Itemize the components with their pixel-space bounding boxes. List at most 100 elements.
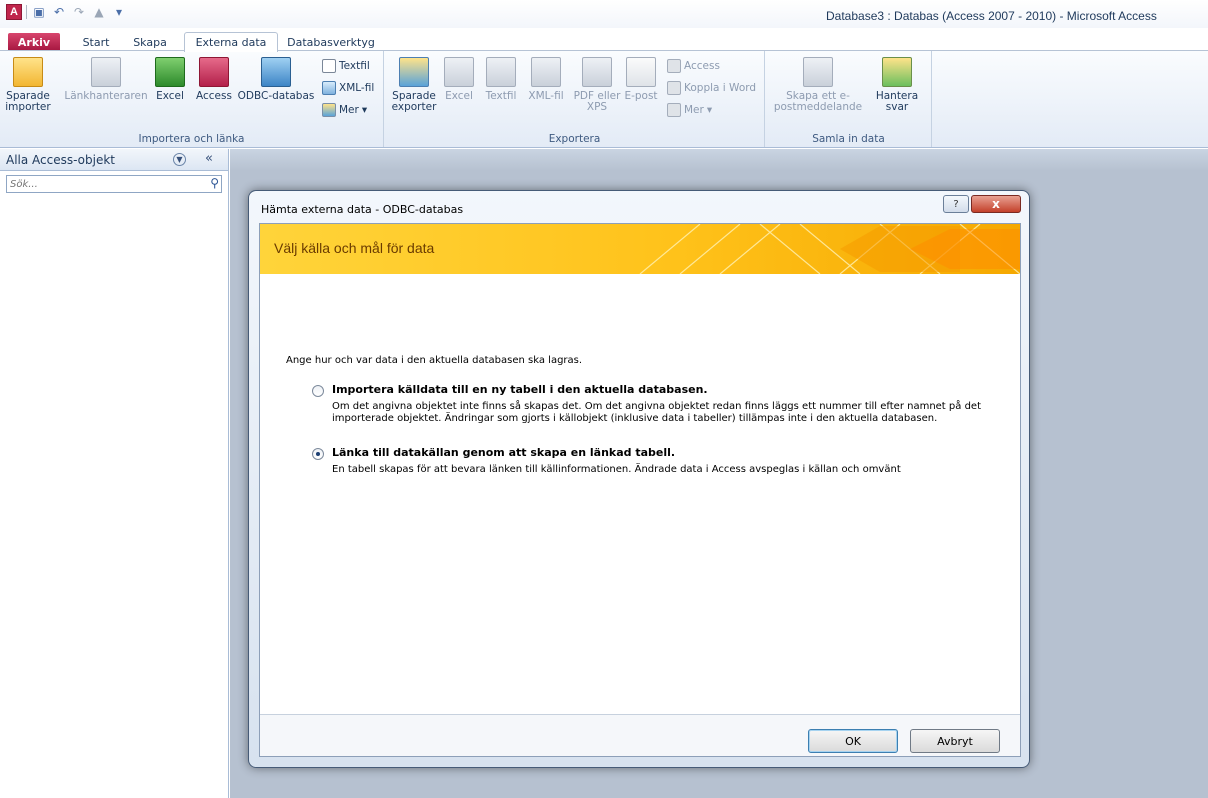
workspace-strip — [230, 149, 1208, 171]
ribbon: Sparade importer Länkhanteraren Excel Ac… — [0, 50, 1208, 148]
export-xml-icon — [531, 57, 561, 87]
import-more-label: Mer — [339, 104, 359, 116]
tab-skapa[interactable]: Skapa — [128, 34, 172, 51]
save-icon[interactable]: ▣ — [31, 4, 47, 20]
import-group-label: Importera och länka — [138, 133, 245, 145]
tab-databasverktyg[interactable]: Databasverktyg — [287, 34, 375, 51]
export-access-button[interactable]: Access — [667, 59, 720, 73]
export-pdf-button[interactable]: PDF eller XPS — [571, 57, 623, 113]
close-button[interactable]: x — [971, 195, 1021, 213]
saved-imports-button[interactable]: Sparade importer — [4, 57, 52, 113]
saved-exports-icon — [399, 57, 429, 87]
import-xml-button[interactable]: XML-fil — [322, 81, 374, 95]
import-option-description: Om det angivna objektet inte finns så sk… — [332, 401, 981, 424]
help-button[interactable]: ? — [943, 195, 969, 213]
access-app-icon[interactable]: A — [6, 4, 22, 20]
merge-word-button[interactable]: Koppla i Word — [667, 81, 756, 95]
chevron-down-icon: ▾ — [361, 104, 368, 116]
access-icon — [199, 57, 229, 87]
merge-word-label: Koppla i Word — [684, 82, 757, 94]
export-pdf-label: PDF eller XPS — [573, 90, 621, 113]
ok-button[interactable]: OK — [808, 729, 898, 753]
odbc-database-button[interactable]: ODBC-databas — [236, 57, 316, 102]
export-group: Sparade exporter Excel Textfil XML-fil P… — [385, 51, 765, 147]
import-option-label[interactable]: Importera källdata till en ny tabell i d… — [332, 383, 708, 396]
quick-access-toolbar: A ▣ ↶ ↷ ▲ ▾ — [6, 4, 127, 20]
export-excel-icon — [444, 57, 474, 87]
dialog-body: Välj källa och mål för data Ange hur och… — [259, 223, 1021, 757]
export-textfile-icon — [486, 57, 516, 87]
dialog-footer: OK Avbryt — [260, 714, 1020, 756]
more-icon — [322, 103, 336, 117]
import-group: Sparade importer Länkhanteraren Excel Ac… — [0, 51, 384, 147]
navigation-pane: Alla Access-objekt ▼ « ⚲ — [0, 149, 229, 798]
link-manager-button[interactable]: Länkhanteraren — [60, 57, 152, 102]
nav-search-box: ⚲ — [6, 175, 222, 193]
export-access-label: Access — [684, 60, 720, 72]
export-textfile-label: Textfil — [485, 90, 517, 102]
export-excel-label: Excel — [445, 90, 473, 102]
create-email-icon — [803, 57, 833, 87]
import-excel-label: Excel — [156, 90, 184, 102]
import-textfile-button[interactable]: Textfil — [322, 59, 370, 73]
ribbon-tabs: Arkiv Start Skapa Externa data Databasve… — [0, 28, 1208, 52]
import-excel-button[interactable]: Excel — [150, 57, 190, 102]
export-more-icon — [667, 103, 681, 117]
intro-text: Ange hur och var data i den aktuella dat… — [286, 355, 583, 366]
saved-exports-label: Sparade exporter — [391, 90, 437, 113]
xml-icon — [322, 81, 336, 95]
tab-externa-data[interactable]: Externa data — [184, 32, 278, 52]
tab-start[interactable]: Start — [76, 34, 116, 51]
excel-icon — [155, 57, 185, 87]
customize-qat-icon[interactable]: ▾ — [111, 4, 127, 20]
email-icon — [626, 57, 656, 87]
collapse-pane-icon[interactable]: « — [205, 151, 213, 166]
word-icon — [667, 81, 681, 95]
link-option-label[interactable]: Länka till datakällan genom att skapa en… — [332, 446, 675, 459]
manage-replies-label: Hantera svar — [875, 90, 919, 113]
link-manager-icon — [91, 57, 121, 87]
window-title: Database3 : Databas (Access 2007 - 2010)… — [826, 9, 1157, 23]
cancel-button[interactable]: Avbryt — [910, 729, 1000, 753]
saved-imports-label: Sparade importer — [5, 90, 51, 113]
export-xml-label: XML-fil — [528, 90, 564, 102]
export-textfile-button[interactable]: Textfil — [479, 57, 523, 102]
odbc-database-label: ODBC-databas — [237, 90, 315, 102]
nav-pane-header[interactable]: Alla Access-objekt ▼ « — [0, 149, 228, 171]
import-xml-label: XML-fil — [339, 82, 375, 94]
redo-icon[interactable]: ↷ — [71, 4, 87, 20]
odbc-database-icon — [261, 57, 291, 87]
export-more-button[interactable]: Mer ▾ — [667, 103, 712, 117]
manage-replies-button[interactable]: Hantera svar — [870, 57, 924, 113]
export-excel-button[interactable]: Excel — [439, 57, 479, 102]
dialog-title: Hämta externa data - ODBC-databas — [261, 203, 464, 216]
undo-icon[interactable]: ↶ — [51, 4, 67, 20]
import-more-button[interactable]: Mer ▾ — [322, 103, 367, 117]
create-email-button[interactable]: Skapa ett e-postmeddelande — [772, 57, 864, 113]
qat-separator — [26, 5, 27, 19]
nav-dropdown-icon[interactable]: ▼ — [173, 153, 186, 166]
textfile-icon — [322, 59, 336, 73]
export-access-icon — [667, 59, 681, 73]
pdf-icon — [582, 57, 612, 87]
qat-extra-icon[interactable]: ▲ — [91, 4, 107, 20]
export-more-label: Mer — [684, 104, 704, 116]
search-icon[interactable]: ⚲ — [210, 176, 219, 190]
tab-arkiv[interactable]: Arkiv — [8, 33, 60, 51]
import-option[interactable]: Importera källdata till en ny tabell i d… — [312, 383, 992, 427]
export-xml-button[interactable]: XML-fil — [523, 57, 569, 102]
import-access-button[interactable]: Access — [192, 57, 236, 102]
dialog-banner: Välj källa och mål för data — [260, 224, 1020, 274]
link-manager-label: Länkhanteraren — [64, 90, 148, 102]
import-radio[interactable] — [312, 385, 324, 397]
saved-exports-button[interactable]: Sparade exporter — [391, 57, 437, 113]
nav-search-input[interactable] — [7, 176, 187, 192]
import-dialog: Hämta externa data - ODBC-databas ? x Vä… — [248, 190, 1030, 768]
link-radio[interactable] — [312, 448, 324, 460]
import-textfile-label: Textfil — [339, 60, 370, 72]
title-bar: A ▣ ↶ ↷ ▲ ▾ Database3 : Databas (Access … — [0, 0, 1208, 28]
collect-data-group: Skapa ett e-postmeddelande Hantera svar … — [766, 51, 932, 147]
saved-imports-icon — [13, 57, 43, 87]
link-option[interactable]: Länka till datakällan genom att skapa en… — [312, 446, 992, 480]
export-email-button[interactable]: E-post — [619, 57, 663, 102]
